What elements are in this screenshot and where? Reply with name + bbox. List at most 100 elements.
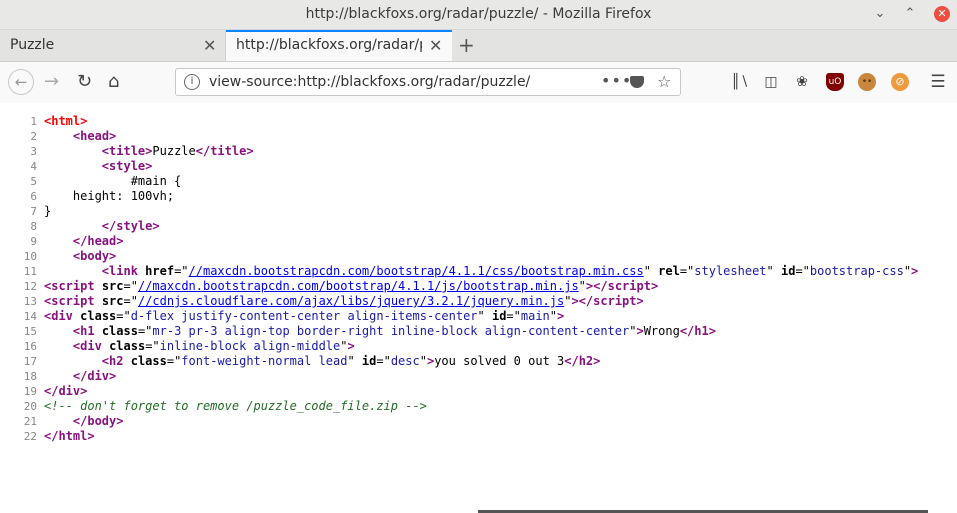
source-code: <link href="//maxcdn.bootstrapcdn.com/bo… [44, 264, 918, 279]
line-number: 9 [30, 235, 37, 248]
code-token: div [80, 339, 102, 353]
code-token: Wrong [643, 324, 680, 338]
code-token: > [80, 384, 88, 398]
close-tab-icon[interactable]: ✕ [203, 36, 216, 55]
code-token: =" [506, 309, 521, 323]
code-token: rel [658, 264, 680, 278]
new-tab-icon[interactable]: + [458, 33, 475, 57]
tab-label: http://blackfoxs.org/radar/puzzle/ [236, 37, 422, 53]
source-code: } [44, 204, 51, 219]
line-number: 15 [23, 325, 37, 338]
code-token: h1 [80, 324, 95, 338]
no-ads-icon[interactable]: ⊘ [891, 73, 909, 91]
code-token: id [491, 309, 507, 323]
code-token: body [80, 249, 110, 263]
code-token: head [87, 234, 117, 248]
code-token: </ [72, 369, 88, 383]
line-number: 14 [23, 310, 37, 323]
line-number: 22 [23, 430, 37, 443]
code-token: </ [72, 414, 88, 428]
forward-arrow-icon[interactable]: → [44, 71, 59, 93]
code-token: > [557, 309, 565, 323]
code-token: title [109, 144, 146, 158]
home-icon[interactable]: ⌂ [108, 71, 119, 93]
code-token: class [109, 339, 146, 353]
source-code: <script src="//maxcdn.bootstrapcdn.com/b… [44, 279, 658, 294]
close-tab-icon[interactable]: ✕ [429, 36, 442, 55]
line-number: 17 [23, 355, 37, 368]
tab-label: Puzzle [10, 37, 55, 53]
code-token: class [130, 354, 167, 368]
source-link[interactable]: //maxcdn.bootstrapcdn.com/bootstrap/4.1.… [189, 264, 644, 278]
code-token: script [51, 279, 95, 293]
code-token: </ [593, 279, 608, 293]
source-code: </head> [44, 234, 124, 249]
pocket-icon[interactable] [630, 76, 644, 88]
code-token: " [347, 354, 362, 368]
code-token: main [520, 309, 550, 323]
code-token: src [101, 294, 124, 308]
code-token: " [643, 264, 659, 278]
tab-view-source[interactable]: http://blackfoxs.org/radar/puzzle/ ✕ [226, 30, 452, 61]
code-token: > [911, 264, 919, 278]
code-token: < [101, 264, 110, 278]
library-icon[interactable]: ║∖ [731, 73, 749, 91]
view-source-content: 1 <html> 2 <head> 3 <title>Puzzle</title> 4 … [0, 103, 957, 513]
hamburger-menu-icon[interactable]: ☰ [929, 73, 947, 91]
info-icon[interactable]: i [184, 74, 200, 90]
page-actions-icon[interactable]: ••• [601, 71, 632, 90]
tab-puzzle[interactable]: Puzzle ✕ [0, 30, 226, 61]
reload-icon[interactable]: ↻ [77, 71, 92, 93]
source-code: </style> [44, 219, 160, 234]
code-token: class [101, 324, 138, 338]
source-link[interactable]: //maxcdn.bootstrapcdn.com/bootstrap/4.1.… [138, 279, 579, 293]
code-token: h2 [109, 354, 124, 368]
url-bar[interactable]: i view-source:http://blackfoxs.org/radar… [175, 68, 681, 96]
source-code: <html> [44, 114, 87, 129]
code-token: Puzzle [152, 144, 196, 158]
code-token: head [80, 129, 110, 143]
line-number: 6 [30, 190, 37, 203]
maximize-icon[interactable]: ⌃ [903, 7, 917, 21]
sidebar-icon[interactable]: ◫ [762, 73, 780, 91]
code-token: </ [578, 294, 594, 308]
code-token: </ [44, 429, 59, 443]
ublock-origin-icon[interactable]: uO [826, 73, 844, 91]
code-token: > [593, 354, 601, 368]
source-code: </body> [44, 414, 124, 429]
close-window-icon[interactable]: ✕ [934, 6, 950, 22]
code-token: </ [564, 354, 579, 368]
code-token: <html> [44, 114, 88, 128]
code-token: > [116, 414, 124, 428]
code-token: =" [116, 309, 131, 323]
code-token: > [650, 279, 659, 293]
code-token: </ [101, 219, 117, 233]
gnome-icon[interactable]: ❀ [793, 73, 811, 91]
line-number: 21 [23, 415, 37, 428]
back-arrow-icon[interactable]: ← [8, 69, 34, 95]
code-token: " [549, 309, 558, 323]
window-titlebar: http://blackfoxs.org/radar/puzzle/ - Moz… [0, 0, 957, 30]
code-token: > [116, 234, 124, 248]
code-token: < [101, 159, 110, 173]
bookmark-star-icon[interactable]: ☆ [657, 72, 671, 91]
code-token: height: 100vh; [44, 189, 175, 203]
code-token: =" [376, 354, 391, 368]
source-code: <div class="inline-block align-middle"> [44, 339, 355, 354]
code-token: =" [166, 354, 182, 368]
cookie-icon[interactable]: •• [858, 73, 876, 91]
code-token: style [109, 159, 146, 173]
code-token: =" [145, 339, 160, 353]
code-token: > [347, 339, 355, 353]
minimize-icon[interactable]: ⌄ [873, 7, 887, 21]
line-number: 3 [30, 145, 37, 158]
source-link[interactable]: //cdnjs.cloudflare.com/ajax/libs/jquery/… [138, 294, 564, 308]
code-token: > [246, 144, 254, 158]
code-token: h1 [694, 324, 709, 338]
code-token: " [419, 354, 427, 368]
source-code: <script src="//cdnjs.cloudflare.com/ajax… [44, 294, 644, 309]
url-text[interactable]: view-source:http://blackfoxs.org/radar/p… [209, 74, 530, 90]
code-token: you solved 0 out 3 [434, 354, 565, 368]
